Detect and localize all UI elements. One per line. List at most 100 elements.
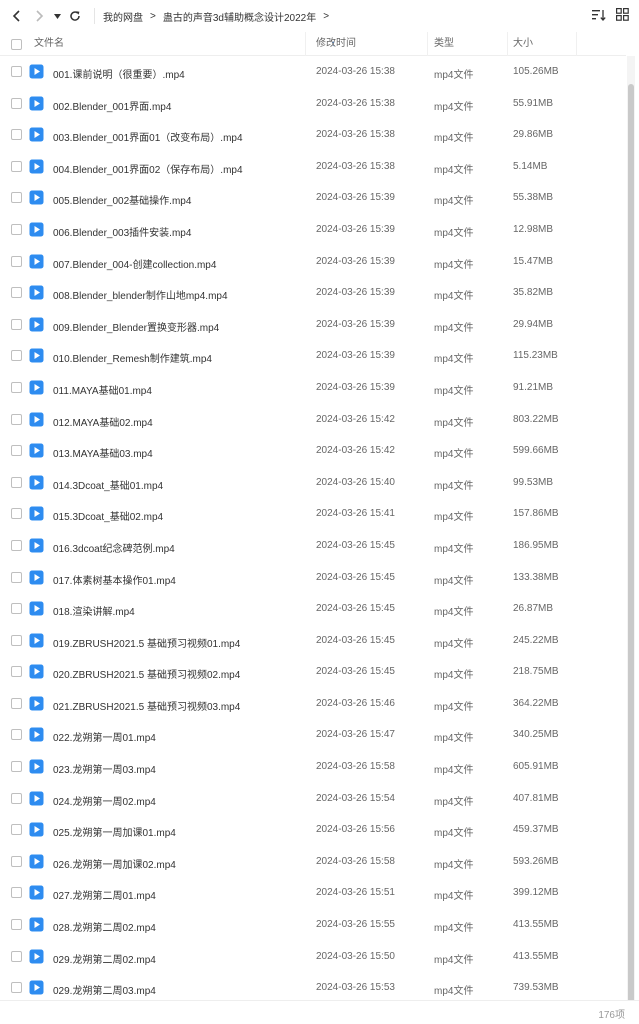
grid-view-icon[interactable] — [616, 8, 629, 21]
breadcrumb-item-root[interactable]: 我的网盘 — [103, 9, 143, 24]
table-row[interactable]: 005.Blender_002基础操作.mp4 2024-03-26 15:39 m… — [0, 182, 626, 214]
file-name[interactable]: 014.3Dcoat_基础01.mp4 — [53, 477, 303, 492]
file-name[interactable]: 023.龙朔第一周03.mp4 — [53, 761, 303, 776]
row-checkbox[interactable] — [11, 255, 22, 267]
file-name[interactable]: 005.Blender_002基础操作.mp4 — [53, 192, 303, 207]
row-checkbox[interactable] — [11, 476, 22, 488]
table-row[interactable]: 010.Blender_Remesh制作建筑.mp4 2024-03-26 15:… — [0, 340, 626, 372]
row-checkbox[interactable] — [11, 350, 22, 362]
table-row[interactable]: 018.渲染讲解.mp4 2024-03-26 15:45 mp4文件 26.87MB — [0, 593, 626, 625]
table-row[interactable]: 014.3Dcoat_基础01.mp4 2024-03-26 15:40 mp4文件… — [0, 467, 626, 499]
refresh-button[interactable] — [64, 4, 86, 28]
breadcrumb-item-folder[interactable]: 蛊古的声音3d辅助概念设计2022年 — [163, 9, 316, 24]
row-checkbox[interactable] — [11, 129, 22, 141]
file-name[interactable]: 028.龙朔第二周02.mp4 — [53, 919, 303, 934]
file-name[interactable]: 018.渲染讲解.mp4 — [53, 603, 303, 618]
sort-icon[interactable] — [592, 8, 606, 22]
table-row[interactable]: 025.龙朔第一周加课01.mp4 2024-03-26 15:56 mp4文件 45… — [0, 814, 626, 846]
row-checkbox[interactable] — [11, 792, 22, 804]
row-checkbox[interactable] — [11, 855, 22, 867]
breadcrumb-separator[interactable]: > — [323, 11, 329, 22]
table-row[interactable]: 016.3dcoat纪念碑范例.mp4 2024-03-26 15:45 mp4文件… — [0, 530, 626, 562]
file-name[interactable]: 011.MAYA基础01.mp4 — [53, 382, 303, 397]
table-row[interactable]: 020.ZBRUSH2021.5 基础预习视频02.mp4 2024-03-26 … — [0, 656, 626, 688]
row-checkbox[interactable] — [11, 697, 22, 709]
table-row[interactable]: 019.ZBRUSH2021.5 基础预习视频01.mp4 2024-03-26 … — [0, 625, 626, 657]
table-row[interactable]: 007.Blender_004-创建collection.mp4 2024-03-… — [0, 246, 626, 278]
vertical-scrollbar[interactable] — [627, 56, 635, 1024]
history-dropdown-button[interactable] — [50, 4, 64, 28]
file-name[interactable]: 027.龙朔第二周01.mp4 — [53, 887, 303, 902]
file-name[interactable]: 029.龙朔第二周02.mp4 — [53, 951, 303, 966]
file-name[interactable]: 024.龙朔第一周02.mp4 — [53, 793, 303, 808]
row-checkbox[interactable] — [11, 539, 22, 551]
column-header-name[interactable]: 文件名 ↑ — [34, 32, 335, 56]
table-row[interactable]: 013.MAYA基础03.mp4 2024-03-26 15:42 mp4文件 599… — [0, 435, 626, 467]
row-checkbox[interactable] — [11, 666, 22, 678]
select-all-checkbox[interactable] — [11, 39, 22, 50]
table-row[interactable]: 001.课前说明（很重要）.mp4 2024-03-26 15:38 mp4文件 10… — [0, 56, 626, 88]
row-checkbox[interactable] — [11, 413, 22, 425]
file-name[interactable]: 025.龙朔第一周加课01.mp4 — [53, 824, 303, 839]
file-name[interactable]: 006.Blender_003插件安装.mp4 — [53, 224, 303, 239]
file-name[interactable]: 010.Blender_Remesh制作建筑.mp4 — [53, 350, 303, 365]
row-checkbox[interactable] — [11, 381, 22, 393]
table-row[interactable]: 022.龙朔第一周01.mp4 2024-03-26 15:47 mp4文件 340.… — [0, 719, 626, 751]
row-checkbox[interactable] — [11, 634, 22, 646]
scrollbar-thumb[interactable] — [628, 84, 634, 1024]
file-name[interactable]: 002.Blender_001界面.mp4 — [53, 98, 303, 113]
table-row[interactable]: 011.MAYA基础01.mp4 2024-03-26 15:39 mp4文件 91.… — [0, 372, 626, 404]
row-checkbox[interactable] — [11, 729, 22, 741]
table-row[interactable]: 008.Blender_blender制作山地mp4.mp4 2024-03-26… — [0, 277, 626, 309]
file-name[interactable]: 029.龙朔第二周03.mp4 — [53, 982, 303, 997]
row-checkbox[interactable] — [11, 982, 22, 994]
row-checkbox[interactable] — [11, 571, 22, 583]
file-name[interactable]: 013.MAYA基础03.mp4 — [53, 445, 303, 460]
file-name[interactable]: 026.龙朔第一周加课02.mp4 — [53, 856, 303, 871]
file-name[interactable]: 019.ZBRUSH2021.5 基础预习视频01.mp4 — [53, 635, 303, 650]
table-row[interactable]: 009.Blender_Blender置换变形器.mp4 2024-03-26 1… — [0, 309, 626, 341]
row-checkbox[interactable] — [11, 160, 22, 172]
table-row[interactable]: 017.体素树基本操作01.mp4 2024-03-26 15:45 mp4文件 13… — [0, 562, 626, 594]
column-header-date[interactable]: 修改时间 — [316, 32, 428, 56]
file-name[interactable]: 009.Blender_Blender置换变形器.mp4 — [53, 319, 303, 334]
table-row[interactable]: 004.Blender_001界面02（保存布局）.mp4 2024-03-26 … — [0, 151, 626, 183]
row-checkbox[interactable] — [11, 824, 22, 836]
row-checkbox[interactable] — [11, 761, 22, 773]
file-name[interactable]: 017.体素树基本操作01.mp4 — [53, 572, 303, 587]
table-row[interactable]: 028.龙朔第二周02.mp4 2024-03-26 15:55 mp4文件 413.… — [0, 909, 626, 941]
file-name[interactable]: 016.3dcoat纪念碑范例.mp4 — [53, 540, 303, 555]
row-checkbox[interactable] — [11, 508, 22, 520]
row-checkbox[interactable] — [11, 318, 22, 330]
table-row[interactable]: 029.龙朔第二周02.mp4 2024-03-26 15:50 mp4文件 413.… — [0, 941, 626, 973]
table-row[interactable]: 015.3Dcoat_基础02.mp4 2024-03-26 15:41 mp4文件… — [0, 498, 626, 530]
file-name[interactable]: 008.Blender_blender制作山地mp4.mp4 — [53, 287, 303, 302]
row-checkbox[interactable] — [11, 97, 22, 109]
row-checkbox[interactable] — [11, 192, 22, 204]
table-row[interactable]: 024.龙朔第一周02.mp4 2024-03-26 15:54 mp4文件 407.… — [0, 783, 626, 815]
column-header-size[interactable]: 大小 — [513, 32, 577, 56]
table-row[interactable]: 012.MAYA基础02.mp4 2024-03-26 15:42 mp4文件 803… — [0, 404, 626, 436]
table-row[interactable]: 023.龙朔第一周03.mp4 2024-03-26 15:58 mp4文件 605.… — [0, 751, 626, 783]
row-checkbox[interactable] — [11, 66, 22, 77]
column-header-type[interactable]: 类型 — [434, 32, 508, 56]
table-row[interactable]: 006.Blender_003插件安装.mp4 2024-03-26 15:39 m… — [0, 214, 626, 246]
row-checkbox[interactable] — [11, 223, 22, 235]
file-name[interactable]: 022.龙朔第一周01.mp4 — [53, 729, 303, 744]
file-name[interactable]: 003.Blender_001界面01（改变布局）.mp4 — [53, 129, 303, 144]
table-row[interactable]: 021.ZBRUSH2021.5 基础预习视频03.mp4 2024-03-26 … — [0, 688, 626, 720]
table-row[interactable]: 026.龙朔第一周加课02.mp4 2024-03-26 15:58 mp4文件 59… — [0, 846, 626, 878]
file-name[interactable]: 012.MAYA基础02.mp4 — [53, 414, 303, 429]
file-name[interactable]: 015.3Dcoat_基础02.mp4 — [53, 508, 303, 523]
row-checkbox[interactable] — [11, 603, 22, 615]
table-row[interactable]: 029.龙朔第二周03.mp4 2024-03-26 15:53 mp4文件 739.… — [0, 972, 626, 1000]
table-row[interactable]: 027.龙朔第二周01.mp4 2024-03-26 15:51 mp4文件 399.… — [0, 877, 626, 909]
row-checkbox[interactable] — [11, 887, 22, 899]
file-name[interactable]: 021.ZBRUSH2021.5 基础预习视频03.mp4 — [53, 698, 303, 713]
row-checkbox[interactable] — [11, 950, 22, 962]
row-checkbox[interactable] — [11, 287, 22, 299]
row-checkbox[interactable] — [11, 445, 22, 457]
row-checkbox[interactable] — [11, 919, 22, 931]
file-name[interactable]: 001.课前说明（很重要）.mp4 — [53, 66, 303, 81]
file-name[interactable]: 007.Blender_004-创建collection.mp4 — [53, 256, 303, 271]
